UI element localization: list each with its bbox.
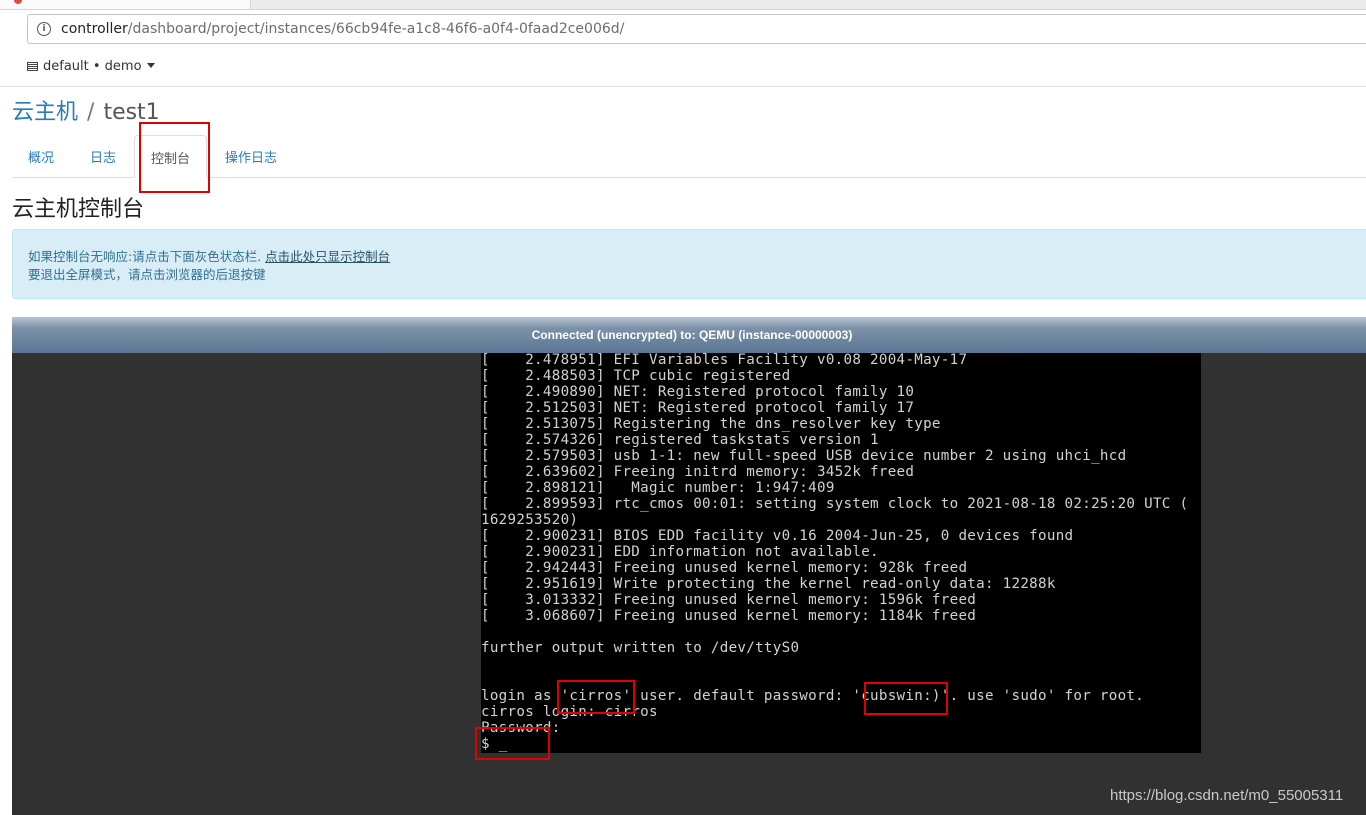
terminal-line: [ 2.513075] Registering the dns_resolver…: [481, 416, 941, 432]
terminal-line: login as 'cirros' user. default password…: [481, 688, 1145, 704]
terminal-line: [ 2.512503] NET: Registered protocol fam…: [481, 400, 915, 416]
alert-hint-text: 如果控制台无响应:请点击下面灰色状态栏.: [28, 249, 262, 264]
terminal-line: [ 2.639602] Freeing initrd memory: 3452k…: [481, 464, 915, 480]
info-alert: 如果控制台无响应:请点击下面灰色状态栏. 点击此处只显示控制台 要退出全屏模式，…: [12, 229, 1366, 299]
terminal-line: [ 2.898121] Magic number: 1:947:409: [481, 480, 835, 496]
tab-action-log[interactable]: 操作日志: [209, 135, 293, 177]
site-info-icon[interactable]: i: [37, 22, 51, 36]
project-selector[interactable]: default • demo: [27, 59, 155, 74]
tab-favicon-icon: [14, 0, 22, 4]
browser-tab-strip: [0, 0, 1366, 10]
console-status-bar[interactable]: Connected (unencrypted) to: QEMU (instan…: [12, 317, 1366, 353]
terminal-line: [ 2.488503] TCP cubic registered: [481, 368, 791, 384]
caret-down-icon: [146, 63, 155, 68]
url-host: controller: [61, 21, 128, 37]
breadcrumb-separator: /: [87, 100, 95, 125]
terminal-line: [ 2.951619] Write protecting the kernel …: [481, 576, 1056, 592]
top-navbar: default • demo: [0, 50, 1366, 87]
terminal-line: [ 2.579503] usb 1-1: new full-speed USB …: [481, 448, 1127, 464]
terminal-output: [ 2.478951] EFI Variables Facility v0.08…: [481, 352, 1188, 752]
terminal-line: [ 2.478951] EFI Variables Facility v0.08…: [481, 352, 968, 368]
terminal-line: 1629253520): [481, 512, 579, 528]
tab-log[interactable]: 日志: [74, 135, 132, 177]
url-text: controller/dashboard/project/instances/6…: [61, 21, 624, 37]
project-list-icon: [27, 62, 38, 71]
terminal-line: [ 2.574326] registered taskstats version…: [481, 432, 879, 448]
alert-line-1: 如果控制台无响应:请点击下面灰色状态栏. 点击此处只显示控制台: [28, 246, 390, 265]
terminal-line: [ 2.900231] EDD information not availabl…: [481, 544, 879, 560]
tab-console[interactable]: 控制台: [134, 135, 208, 178]
terminal-screen[interactable]: [ 2.478951] EFI Variables Facility v0.08…: [481, 352, 1201, 753]
watermark: https://blog.csdn.net/m0_55005311: [1110, 787, 1344, 804]
url-path: /dashboard/project/instances/66cb94fe-a1…: [127, 21, 625, 37]
browser-tab[interactable]: [0, 0, 251, 9]
breadcrumb-instances-link[interactable]: 云主机: [12, 100, 78, 125]
alert-line-2: 要退出全屏模式，请点击浏览器的后退按键: [28, 267, 266, 282]
terminal-line: [ 2.490890] NET: Registered protocol fam…: [481, 384, 915, 400]
terminal-line: further output written to /dev/ttyS0: [481, 640, 800, 656]
terminal-line: [ 2.942443] Freeing unused kernel memory…: [481, 560, 968, 576]
terminal-line: [ 3.068607] Freeing unused kernel memory…: [481, 608, 977, 624]
terminal-line: Password:: [481, 720, 561, 736]
breadcrumb-current: test1: [103, 100, 160, 125]
address-bar[interactable]: i controller/dashboard/project/instances…: [27, 14, 1366, 44]
terminal-line: cirros login: cirros: [481, 704, 658, 720]
terminal-line: [ 2.899593] rtc_cmos 00:01: setting syst…: [481, 496, 1189, 512]
terminal-line: [ 2.900231] BIOS EDD facility v0.16 2004…: [481, 528, 1074, 544]
console-only-link[interactable]: 点击此处只显示控制台: [265, 249, 390, 264]
project-selector-label: default • demo: [43, 59, 142, 74]
vnc-console[interactable]: Connected (unencrypted) to: QEMU (instan…: [12, 317, 1366, 815]
terminal-line: $ _: [481, 736, 508, 752]
page-title: 云主机控制台: [12, 197, 145, 222]
terminal-line: [ 3.013332] Freeing unused kernel memory…: [481, 592, 977, 608]
tab-overview[interactable]: 概况: [12, 135, 70, 177]
instance-tabs: 概况 日志 控制台 操作日志: [12, 135, 1366, 178]
breadcrumb: 云主机 / test1: [12, 94, 160, 126]
